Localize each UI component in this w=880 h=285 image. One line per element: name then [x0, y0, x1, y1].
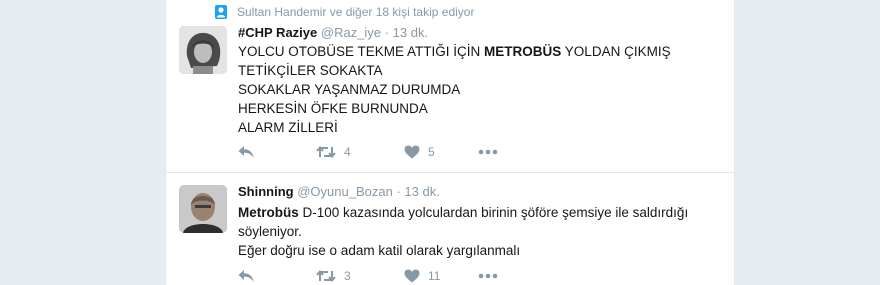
time-separator: ·	[396, 184, 401, 199]
timestamp[interactable]: 13 dk.	[404, 184, 439, 199]
avatar[interactable]	[179, 185, 227, 233]
hashtag-keyword[interactable]: METROBÜS	[484, 44, 561, 59]
author-name[interactable]: #CHP Raziye	[238, 25, 317, 40]
timestamp[interactable]: 13 dk.	[393, 25, 428, 40]
tweet-line: TETİKÇİLER SOKAKTA	[238, 63, 383, 78]
like-button[interactable]: 11	[404, 269, 478, 283]
tweet-line: SOKAKLAR YAŞANMAZ DURUMDA	[238, 82, 461, 97]
tweet[interactable]: Shinning @Oyunu_Bozan · 13 dk. Metrobüs …	[166, 173, 734, 285]
tweet-line: söyleniyor.	[238, 224, 302, 239]
like-button[interactable]: 5	[404, 145, 478, 159]
retweet-count: 4	[344, 145, 351, 159]
tweet-line: YOLCU OTOBÜSE TEKME ATTIĞI İÇİN METROBÜS…	[238, 44, 671, 59]
more-dots-icon	[478, 149, 498, 155]
author-username[interactable]: @Raz_iye	[321, 25, 381, 40]
tweet-line: Eğer doğru ise o adam katil olarak yargı…	[238, 243, 521, 258]
retweet-button[interactable]: 4	[316, 145, 404, 159]
more-button[interactable]	[478, 149, 498, 155]
tweet-header: Shinning @Oyunu_Bozan · 13 dk.	[238, 184, 440, 199]
tweet-actions: 4 5	[238, 143, 498, 161]
tweet-header: #CHP Raziye @Raz_iye · 13 dk.	[238, 25, 428, 40]
author-name[interactable]: Shinning	[238, 184, 294, 199]
person-follow-icon	[214, 5, 228, 19]
like-count: 5	[428, 145, 435, 159]
reply-icon	[238, 145, 254, 159]
follow-context: Sultan Handemir ve diğer 18 kişi takip e…	[214, 4, 474, 20]
reply-icon	[238, 269, 254, 283]
retweet-icon	[316, 269, 336, 283]
like-count: 11	[428, 269, 441, 283]
tweet-text: YOLCU OTOBÜSE TEKME ATTIĞI İÇİN METROBÜS…	[238, 42, 728, 137]
tweet-line: Metrobüs D-100 kazasında yolculardan bir…	[238, 205, 689, 220]
reply-button[interactable]	[238, 145, 316, 159]
tweet[interactable]: #CHP Raziye @Raz_iye · 13 dk. YOLCU OTOB…	[166, 22, 734, 173]
hashtag-keyword[interactable]: Metrobüs	[238, 205, 299, 220]
heart-icon	[404, 269, 420, 283]
retweet-count: 3	[344, 269, 351, 283]
more-button[interactable]	[478, 273, 498, 279]
retweet-icon	[316, 145, 336, 159]
tweet-line: HERKESİN ÖFKE BURNUNDA	[238, 101, 428, 116]
retweet-button[interactable]: 3	[316, 269, 404, 283]
author-username[interactable]: @Oyunu_Bozan	[297, 184, 393, 199]
more-dots-icon	[478, 273, 498, 279]
follow-context-text[interactable]: Sultan Handemir ve diğer 18 kişi takip e…	[237, 5, 474, 19]
tweet-text: Metrobüs D-100 kazasında yolculardan bir…	[238, 203, 728, 260]
timeline: Sultan Handemir ve diğer 18 kişi takip e…	[165, 0, 735, 285]
avatar[interactable]	[179, 26, 227, 74]
heart-icon	[404, 145, 420, 159]
tweet-line: ALARM ZİLLERİ	[238, 120, 338, 135]
tweet-actions: 3 11	[238, 267, 498, 285]
reply-button[interactable]	[238, 269, 316, 283]
time-separator: ·	[384, 25, 390, 40]
